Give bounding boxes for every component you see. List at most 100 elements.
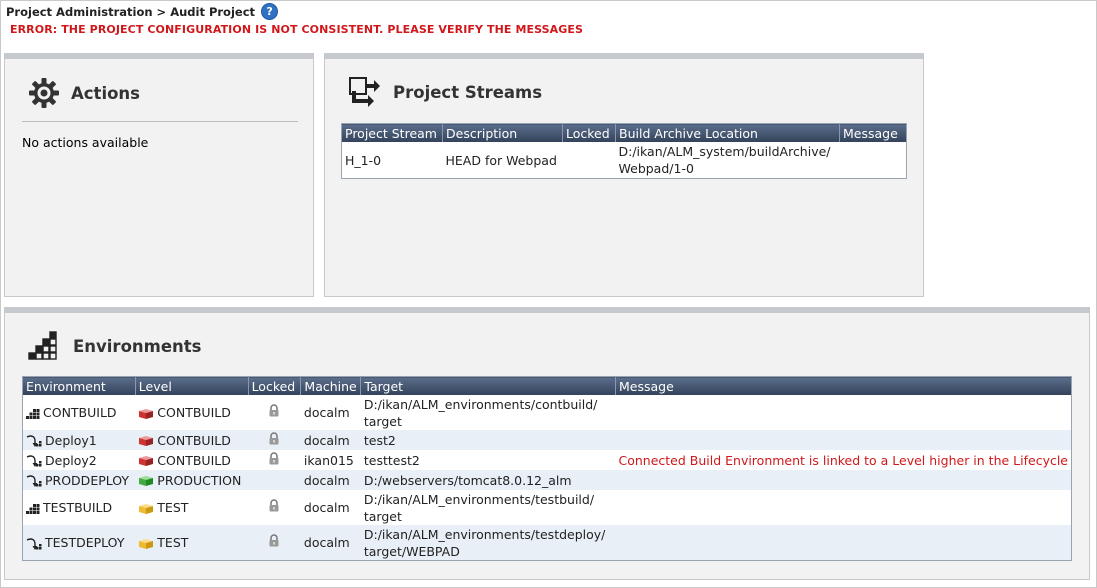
environment-cell[interactable]: CONTBUILD: [22, 395, 136, 430]
locked-cell: [248, 525, 301, 561]
level-name: CONTBUILD: [157, 432, 231, 448]
environment-cell[interactable]: PRODDEPLOY: [22, 470, 136, 490]
table-row[interactable]: CONTBUILD CONTBUILD docalm D:/ikan/ALM_e…: [22, 395, 1072, 430]
actions-panel: Actions No actions available: [4, 53, 314, 297]
level-name: CONTBUILD: [157, 405, 231, 420]
machine-cell: docalm: [300, 470, 361, 490]
column-header-machine[interactable]: Machine: [300, 376, 361, 395]
column-header-locked[interactable]: Locked: [562, 123, 616, 142]
level-name: TEST: [157, 500, 189, 515]
level-red-icon: [139, 456, 154, 466]
environment-cell[interactable]: TESTDEPLOY: [22, 525, 136, 561]
column-header-build-archive-location[interactable]: Build Archive Location: [615, 123, 840, 142]
stream-description: HEAD for Webpad: [442, 142, 563, 179]
target-line: D:/ikan/ALM_environments/testdeploy/: [363, 526, 606, 542]
table-row[interactable]: TESTBUILD TEST docalm D:/ikan/ALM_enviro…: [22, 490, 1072, 525]
environment-cell[interactable]: Deploy1: [22, 430, 136, 450]
lock-icon: [269, 534, 279, 547]
level-cell: CONTBUILD: [135, 430, 249, 450]
lock-icon: [269, 431, 279, 444]
locked-cell: [248, 430, 301, 450]
environment-name[interactable]: PRODDEPLOY: [45, 473, 129, 488]
message-cell: Connected Build Environment is linked to…: [615, 450, 1072, 470]
stream-name[interactable]: H_1-0: [341, 142, 443, 179]
deploy-environment-icon: [26, 435, 42, 447]
environment-name[interactable]: CONTBUILD: [43, 405, 117, 420]
breadcrumb: Project Administration > Audit Project ?: [6, 3, 279, 20]
column-header-level[interactable]: Level: [134, 376, 249, 395]
actions-title: Actions: [27, 76, 140, 110]
table-row[interactable]: Deploy1 CONTBUILD docalm test2: [22, 430, 1072, 450]
column-header-message[interactable]: Message: [614, 376, 1072, 395]
project-streams-title-label: Project Streams: [393, 82, 543, 102]
column-header-target[interactable]: Target: [360, 376, 616, 395]
location-line: Webpad/1-0: [618, 161, 694, 176]
environment-cell[interactable]: TESTBUILD: [22, 490, 136, 525]
locked-cell: [248, 470, 301, 490]
lock-icon: [269, 451, 279, 464]
level-cell: TEST: [135, 525, 249, 561]
machine-cell: docalm: [300, 395, 361, 430]
level-name: PRODUCTION: [157, 472, 242, 488]
column-header-project-stream[interactable]: Project Stream: [341, 123, 443, 142]
target-cell: D:/ikan/ALM_environments/testdeploy/ tar…: [360, 525, 616, 561]
stream-build-archive-location: D:/ikan/ALM_system/buildArchive/ Webpad/…: [615, 142, 840, 179]
table-row[interactable]: Deploy2 CONTBUILD ikan015 testtest2 Conn…: [22, 450, 1072, 470]
deploy-environment-icon: [26, 537, 42, 550]
message-cell: [615, 525, 1072, 561]
target-cell: testtest2: [360, 450, 616, 470]
stream-message: [839, 142, 907, 179]
column-header-environment[interactable]: Environment: [22, 376, 136, 395]
target-line: target/WEBPAD: [363, 543, 460, 559]
message-cell: [615, 395, 1072, 430]
column-header-description[interactable]: Description: [442, 123, 563, 142]
actions-divider: [22, 121, 298, 122]
column-header-message[interactable]: Message: [839, 123, 907, 142]
lock-icon: [269, 499, 279, 512]
deploy-environment-icon: [26, 455, 42, 467]
table-row[interactable]: PRODDEPLOY PRODUCTION docalm D:/webserve…: [22, 470, 1072, 490]
build-environment-icon: [26, 409, 40, 419]
locked-cell: [248, 450, 301, 470]
deploy-environment-icon: [26, 475, 42, 487]
level-green-icon: [139, 476, 154, 486]
table-row[interactable]: H_1-0 HEAD for Webpad D:/ikan/ALM_system…: [341, 142, 907, 179]
level-cell: TEST: [135, 490, 249, 525]
level-name: CONTBUILD: [157, 452, 231, 468]
machine-cell: docalm: [300, 430, 361, 450]
level-red-icon: [139, 436, 154, 446]
message-cell: [615, 490, 1072, 525]
locked-cell: [248, 395, 301, 430]
help-icon[interactable]: ?: [261, 3, 279, 20]
level-yellow-icon: [139, 503, 154, 514]
target-line: target: [363, 413, 402, 429]
column-header-locked[interactable]: Locked: [247, 376, 301, 395]
breadcrumb-text: Project Administration > Audit Project: [6, 4, 256, 19]
level-name: TEST: [157, 535, 189, 550]
build-environment-icon: [26, 504, 40, 514]
level-yellow-icon: [139, 538, 154, 549]
environment-cell[interactable]: Deploy2: [22, 450, 136, 470]
level-cell: CONTBUILD: [135, 395, 249, 430]
table-header-row: Project Stream Description Locked Build …: [341, 123, 907, 142]
target-line: D:/webservers/tomcat8.0.12_alm: [363, 472, 572, 488]
level-red-icon: [139, 408, 154, 419]
target-line: D:/ikan/ALM_environments/contbuild/: [363, 396, 598, 412]
machine-cell: docalm: [300, 490, 361, 525]
target-cell: test2: [360, 430, 616, 450]
target-line: target: [363, 508, 402, 524]
target-cell: D:/ikan/ALM_environments/contbuild/ targ…: [360, 395, 616, 430]
message-cell: [615, 470, 1072, 490]
environment-name[interactable]: TESTDEPLOY: [45, 535, 124, 550]
actions-title-label: Actions: [71, 83, 140, 103]
environment-name[interactable]: Deploy1: [45, 433, 97, 448]
environments-panel: Environments Environment Level Locked Ma…: [4, 307, 1090, 580]
project-streams-panel: Project Streams Project Stream Descripti…: [324, 53, 924, 297]
level-cell: PRODUCTION: [135, 470, 249, 490]
no-actions-text: No actions available: [22, 135, 149, 150]
environment-name[interactable]: TESTBUILD: [43, 500, 112, 515]
target-line: test2: [363, 432, 396, 448]
table-header-row: Environment Level Locked Machine Target …: [22, 376, 1072, 395]
table-row[interactable]: TESTDEPLOY TEST docalm D:/ikan/ALM_envir…: [22, 525, 1072, 561]
environment-name[interactable]: Deploy2: [45, 453, 97, 468]
